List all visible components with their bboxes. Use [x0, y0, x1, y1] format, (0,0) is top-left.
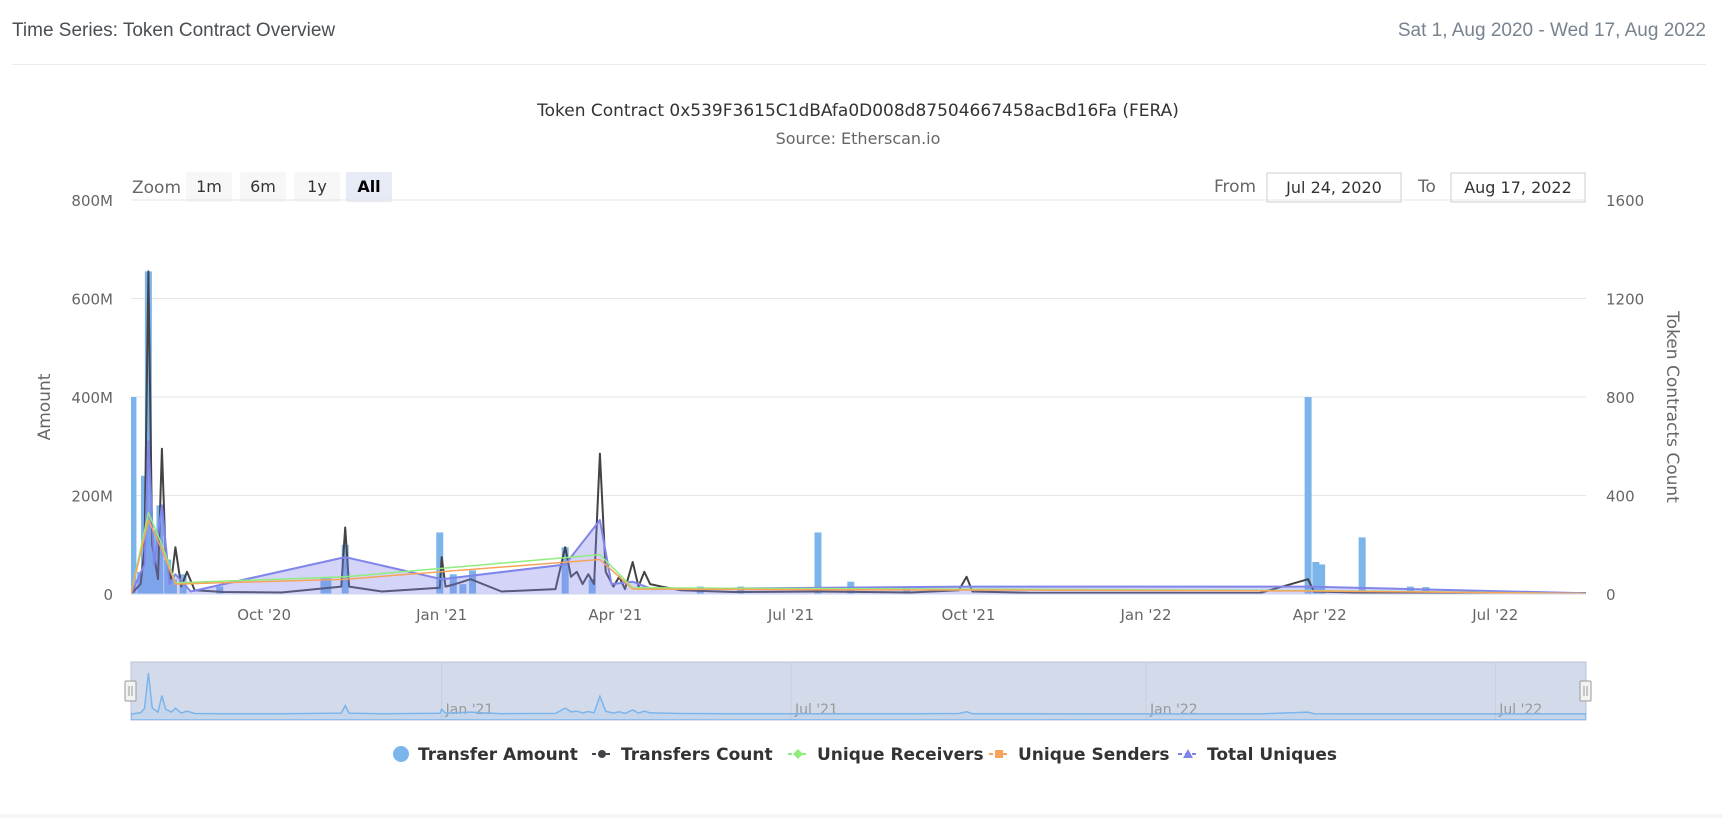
legend-item-transfers-count[interactable]: Transfers Count	[592, 745, 773, 765]
zoom-6m-button[interactable]: 6m	[240, 172, 286, 202]
legend-marker-total-uniques	[1183, 749, 1193, 758]
x-axis-labels: Oct '20 Jan '21 Apr '21 Jul '21 Oct '21 Jan '…	[237, 606, 1518, 624]
legend-label-transfers-count: Transfers Count	[621, 745, 773, 765]
chart-card: Time Series: Token Contract Overview Sat…	[0, 0, 1722, 814]
zoom-1m-label: 1m	[196, 177, 222, 196]
chart-subtitle: Source: Etherscan.io	[776, 129, 941, 148]
from-date-value: Jul 24, 2020	[1285, 178, 1382, 197]
card-title: Time Series: Token Contract Overview	[12, 20, 336, 41]
right-tick-label: 0	[1606, 586, 1616, 604]
x-tick-label: Oct '21	[942, 606, 996, 624]
left-tick-label: 200M	[71, 488, 113, 506]
zoom-all-button[interactable]: All	[346, 172, 392, 202]
legend-dot-transfer-amount	[393, 746, 409, 762]
series-area-total-uniques	[131, 441, 1586, 594]
transfer-amount-bar[interactable]	[1358, 537, 1366, 594]
left-tick-label: 400M	[71, 389, 113, 407]
zoom-1m-button[interactable]: 1m	[186, 172, 232, 202]
to-date-value: Aug 17, 2022	[1464, 178, 1572, 197]
navigator[interactable]: Jan '21 Jul '21 Jan '22 Jul '22	[124, 661, 1592, 721]
zoom-all-label: All	[357, 177, 380, 196]
from-date-input[interactable]: Jul 24, 2020	[1266, 172, 1402, 203]
zoom-label: Zoom	[132, 178, 181, 198]
series-line-transfers-count[interactable]	[131, 270, 1586, 594]
transfer-amount-bar[interactable]	[1304, 397, 1312, 594]
right-tick-label: 400	[1606, 488, 1635, 506]
series-lines	[131, 270, 1586, 594]
navigator-left-handle[interactable]	[124, 680, 137, 702]
legend-item-unique-senders[interactable]: Unique Senders	[989, 745, 1170, 765]
legend-item-transfer-amount[interactable]: Transfer Amount	[393, 745, 578, 765]
transfer-amount-bar[interactable]	[814, 532, 822, 594]
right-tick-label: 1200	[1606, 291, 1644, 309]
to-label: To	[1417, 177, 1436, 197]
right-tick-label: 1600	[1606, 192, 1644, 210]
zoom-1y-button[interactable]: 1y	[294, 172, 340, 202]
date-range: Sat 1, Aug 2020 - Wed 17, Aug 2022	[1397, 20, 1706, 41]
chart-legend: Transfer Amount Transfers Count Unique R…	[393, 745, 1337, 765]
time-series-chart[interactable]: Token Contract 0x539F3615C1dBAfa0D008d87…	[0, 40, 1722, 810]
left-axis-title: Amount	[35, 373, 55, 440]
navigator-right-handle[interactable]	[1579, 680, 1592, 702]
legend-label-unique-senders: Unique Senders	[1018, 745, 1170, 765]
x-tick-label: Jul '21	[767, 606, 814, 624]
legend-item-total-uniques[interactable]: Total Uniques	[1178, 745, 1337, 765]
right-tick-label: 800	[1606, 389, 1635, 407]
zoom-6m-label: 6m	[250, 177, 276, 196]
zoom-1y-label: 1y	[307, 177, 327, 196]
legend-label-total-uniques: Total Uniques	[1207, 745, 1337, 765]
legend-label-unique-receivers: Unique Receivers	[817, 745, 984, 765]
x-tick-label: Oct '20	[237, 606, 291, 624]
right-axis-title: Token Contracts Count	[1662, 310, 1682, 503]
from-label: From	[1214, 177, 1256, 197]
to-date-input[interactable]: Aug 17, 2022	[1450, 172, 1586, 203]
left-tick-label: 800M	[71, 192, 113, 210]
legend-marker-unique-receivers	[793, 749, 803, 759]
left-tick-label: 600M	[71, 291, 113, 309]
gridlines	[131, 199, 1586, 496]
right-axis-labels: 0 400 800 1200 1600	[1606, 192, 1644, 604]
x-tick-label: Apr '22	[1293, 606, 1347, 624]
x-tick-label: Jul '22	[1471, 606, 1518, 624]
legend-item-unique-receivers[interactable]: Unique Receivers	[788, 745, 984, 765]
left-tick-label: 0	[103, 586, 113, 604]
navigator-selection[interactable]	[130, 661, 1587, 721]
transfer-amount-bar[interactable]	[129, 397, 137, 594]
legend-marker-unique-senders	[995, 750, 1003, 758]
legend-marker-transfers-count	[598, 750, 606, 758]
chart-title: Token Contract 0x539F3615C1dBAfa0D008d87…	[536, 101, 1179, 121]
left-axis-labels: 0 200M 400M 600M 800M	[71, 192, 113, 604]
transfer-amount-bars	[129, 271, 1430, 594]
x-tick-label: Jan '22	[1119, 606, 1171, 624]
legend-label-transfer-amount: Transfer Amount	[418, 745, 578, 765]
x-tick-label: Apr '21	[588, 606, 642, 624]
x-tick-label: Jan '21	[415, 606, 467, 624]
